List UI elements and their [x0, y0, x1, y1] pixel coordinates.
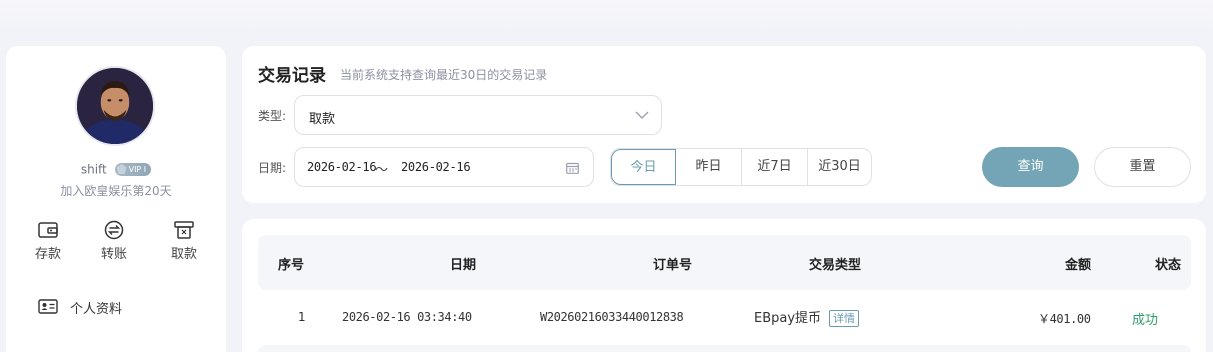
table-header: 序号 日期 订单号 交易类型 金额 状态	[258, 235, 1191, 290]
avatar-image	[77, 68, 153, 144]
quick-date-yesterday[interactable]: 昨日	[676, 149, 742, 185]
username-row: shift VIP I	[6, 162, 226, 177]
row-type-cell: EBpay提币 详情	[754, 307, 860, 327]
date-start: 2026-02-16	[307, 160, 377, 174]
filter-panel: 交易记录 当前系统支持查询最近30日的交易记录 类型: 取款 日期: 2026-…	[242, 46, 1206, 203]
calendar-icon	[566, 162, 579, 174]
top-bar	[0, 0, 1213, 30]
transfer-label: 转账	[100, 247, 127, 262]
type-label: 类型:	[258, 109, 287, 123]
withdraw-icon	[174, 221, 194, 239]
table-row	[258, 345, 1191, 352]
header-type: 交易类型	[809, 258, 862, 273]
date-separator: ～	[375, 163, 389, 178]
deposit-button[interactable]: 存款	[23, 220, 73, 262]
avatar[interactable]	[75, 66, 155, 146]
table-row: 1 2026-02-16 03:34:40 W20260216033440012…	[258, 290, 1191, 345]
row-index: 1	[298, 310, 306, 324]
header-index: 序号	[278, 258, 305, 273]
deposit-label: 存款	[34, 247, 61, 262]
query-button[interactable]: 查询	[982, 147, 1079, 187]
page-subtitle: 当前系统支持查询最近30日的交易记录	[340, 68, 548, 82]
id-card-icon	[38, 299, 58, 314]
type-select[interactable]: 取款	[294, 95, 662, 135]
quick-date-today[interactable]: 今日	[611, 149, 676, 185]
reset-button[interactable]: 重置	[1094, 147, 1191, 187]
detail-button[interactable]: 详情	[829, 310, 860, 327]
transfer-icon	[104, 220, 124, 240]
chevron-down-icon	[635, 111, 649, 119]
transactions-table: 序号 日期 订单号 交易类型 金额 状态 1 2026-02-16 03:34:…	[242, 219, 1206, 352]
quick-date-30days[interactable]: 近30日	[808, 149, 871, 185]
page-title: 交易记录	[258, 66, 326, 86]
vip-badge: VIP I	[114, 163, 152, 176]
header-amount: 金额	[1065, 258, 1092, 273]
withdraw-button[interactable]: 取款	[159, 220, 209, 262]
date-range-picker[interactable]: 2026-02-16 ～ 2026-02-16	[294, 147, 594, 187]
transfer-button[interactable]: 转账	[89, 220, 139, 262]
row-type: EBpay提币	[754, 311, 822, 326]
row-amount: ￥401.00	[1038, 312, 1091, 326]
header-date: 日期	[450, 258, 477, 273]
wallet-icon	[38, 222, 58, 238]
row-order-no: W20260216033440012838	[540, 310, 684, 324]
username: shift	[80, 162, 107, 177]
join-days-text: 加入欧皇娱乐第20天	[60, 184, 172, 198]
date-end: 2026-02-16	[401, 160, 471, 174]
date-label: 日期:	[258, 161, 287, 175]
type-select-value: 取款	[309, 112, 336, 127]
header-status: 状态	[1155, 258, 1182, 273]
status-badge: 成功	[1132, 313, 1159, 328]
header-order-no: 订单号	[653, 258, 693, 273]
profile-card: shift VIP I 加入欧皇娱乐第20天 存款 转账 取款 个人资料	[6, 46, 226, 352]
menu-item-profile-label: 个人资料	[70, 302, 123, 317]
row-date: 2026-02-16 03:34:40	[342, 310, 472, 324]
quick-date-7days[interactable]: 近7日	[742, 149, 808, 185]
quick-date-group: 今日 昨日 近7日 近30日	[610, 148, 872, 186]
quick-actions: 存款 转账 取款	[20, 220, 220, 264]
withdraw-label: 取款	[170, 247, 197, 262]
